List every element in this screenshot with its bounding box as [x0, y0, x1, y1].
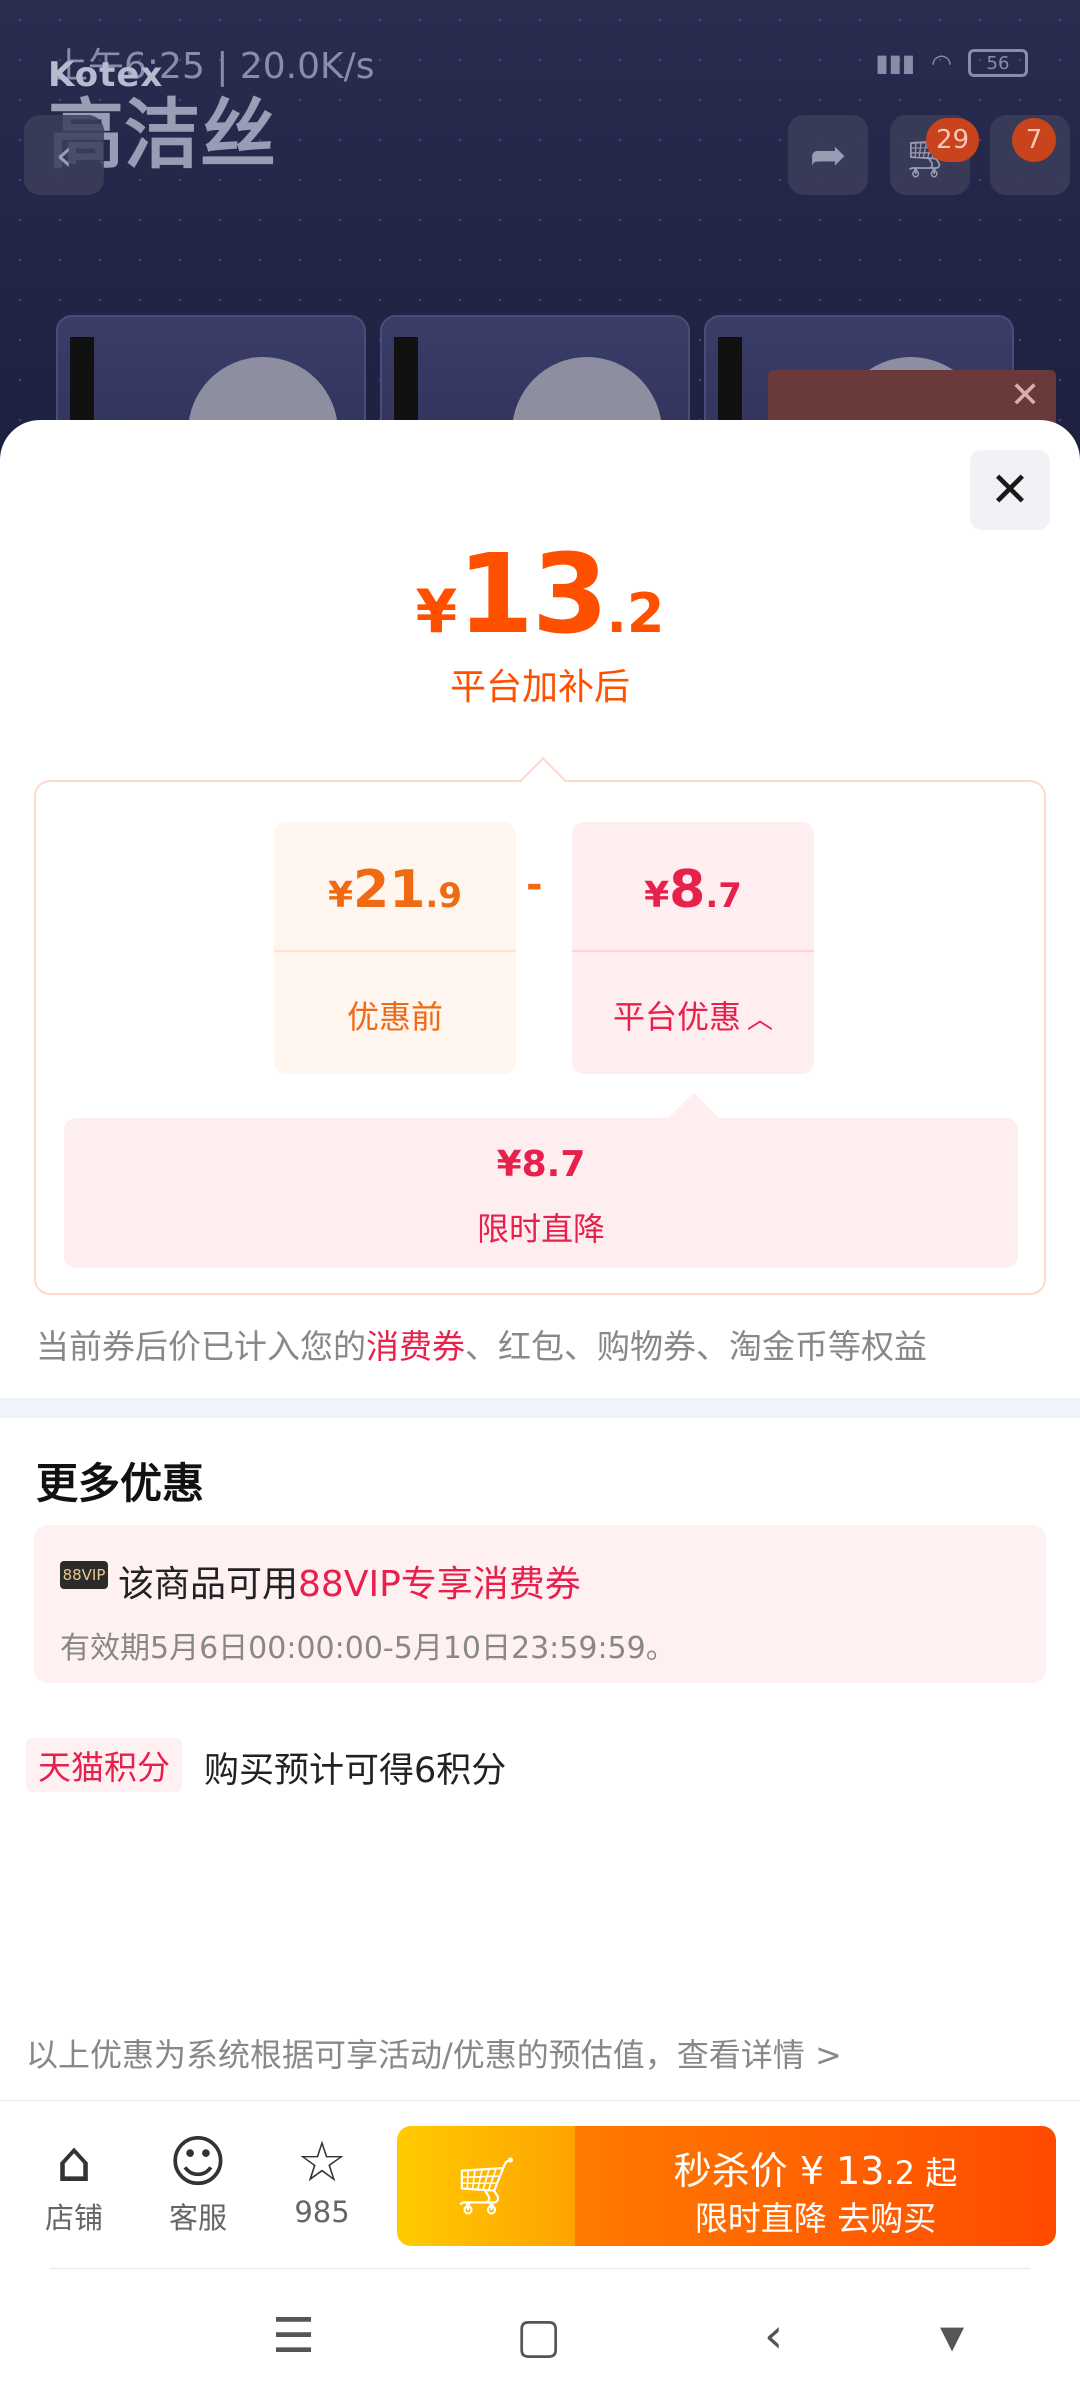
- close-button[interactable]: ✕: [970, 450, 1050, 530]
- home-icon[interactable]: ▢: [516, 2308, 561, 2364]
- price-breakdown: ¥21.9 优惠前 - ¥8.7 平台优惠 ︿ ¥8.7 限时直降: [34, 756, 1046, 1295]
- tmall-points-text: 购买预计可得6积分: [204, 1751, 507, 1791]
- discount-detail: ¥8.7 限时直降: [64, 1092, 1018, 1268]
- back-button[interactable]: ‹: [24, 115, 104, 195]
- back-arrow-icon: ‹: [55, 129, 73, 181]
- store-icon: ⌂: [56, 2130, 92, 2195]
- favorite-button[interactable]: ☆ 985: [262, 2130, 382, 2230]
- battery-icon: 56: [968, 49, 1028, 77]
- promo-close-icon[interactable]: ✕: [1010, 375, 1040, 416]
- share-button[interactable]: ➦: [788, 115, 868, 195]
- platform-discount-card[interactable]: ¥8.7 平台优惠 ︿: [572, 822, 814, 1074]
- vip-badge-icon: 88VIP: [60, 1561, 108, 1589]
- section-divider: [0, 1398, 1080, 1418]
- more-offers-title: 更多优惠: [36, 1459, 205, 1508]
- bottom-action-bar: ⌂ 店铺 ☺ 客服 ☆ 985 🛒︎ 秒杀价 ¥ 13.2 起 限时直降 去购买: [0, 2100, 1080, 2270]
- discount-detail-value: ¥8.7: [496, 1144, 586, 1185]
- flash-sale-buy-button[interactable]: 秒杀价 ¥ 13.2 起 限时直降 去购买: [575, 2126, 1056, 2246]
- final-price-label: 平台加补后: [449, 667, 630, 708]
- price-before-label: 优惠前: [346, 998, 443, 1036]
- message-count-badge: 7: [1012, 118, 1056, 162]
- wifi-icon: ◠: [931, 49, 952, 77]
- vip-coupon-card[interactable]: 88VIP 该商品可用88VIP专享消费券 有效期5月6日00:00:00-5月…: [34, 1525, 1046, 1683]
- coupon-note: 当前券后价已计入您的消费券、红包、购物券、淘金币等权益: [36, 1327, 927, 1366]
- discount-detail-label: 限时直降: [476, 1210, 605, 1248]
- cart-count-badge: 29: [926, 118, 980, 162]
- store-button[interactable]: ⌂ 店铺: [14, 2131, 134, 2237]
- vip-coupon-validity: 有效期5月6日00:00:00-5月10日23:59:59。: [60, 1631, 676, 1666]
- service-face-icon: ☺: [168, 2130, 228, 2195]
- view-details-link[interactable]: 以上优惠为系统根据可享活动/优惠的预估值，查看详情 >: [26, 2030, 842, 2076]
- chevron-up-icon: ︿: [747, 1005, 774, 1035]
- consumer-coupon-link[interactable]: 消费券: [366, 1327, 465, 1366]
- product-page-background: 上午6:25 | 20.0K/s ▮▮▮ ◠ 56 Kotex 高洁丝 ‹ ➦ …: [0, 0, 1080, 460]
- menu-icon[interactable]: ☰: [272, 2308, 315, 2364]
- price-before-card: ¥21.9 优惠前: [274, 822, 516, 1074]
- add-cart-icon: 🛒︎: [450, 2154, 522, 2219]
- system-nav-bar: ☰ ▢ ‹ ▾: [0, 2268, 1080, 2400]
- add-to-cart-button[interactable]: 🛒︎: [397, 2126, 575, 2246]
- buy-now-button[interactable]: 🛒︎ 秒杀价 ¥ 13.2 起 限时直降 去购买: [397, 2126, 1056, 2246]
- back-nav-icon[interactable]: ‹: [764, 2308, 783, 2364]
- signal-icon: ▮▮▮: [875, 49, 916, 77]
- status-icons: ▮▮▮ ◠ 56: [875, 49, 1028, 77]
- tmall-points-tag: 天猫积分: [26, 1738, 182, 1792]
- final-price: ¥13.2: [415, 530, 665, 658]
- vip-coupon-name: 88VIP专享消费券: [298, 1564, 581, 1605]
- assistant-icon[interactable]: ▾: [940, 2308, 964, 2364]
- close-icon: ✕: [989, 462, 1031, 518]
- star-icon: ☆: [296, 2130, 348, 2195]
- share-icon: ➦: [809, 129, 847, 181]
- customer-service-button[interactable]: ☺ 客服: [138, 2131, 258, 2237]
- platform-discount-label: 平台优惠: [612, 998, 741, 1036]
- minus-sign: -: [526, 862, 543, 908]
